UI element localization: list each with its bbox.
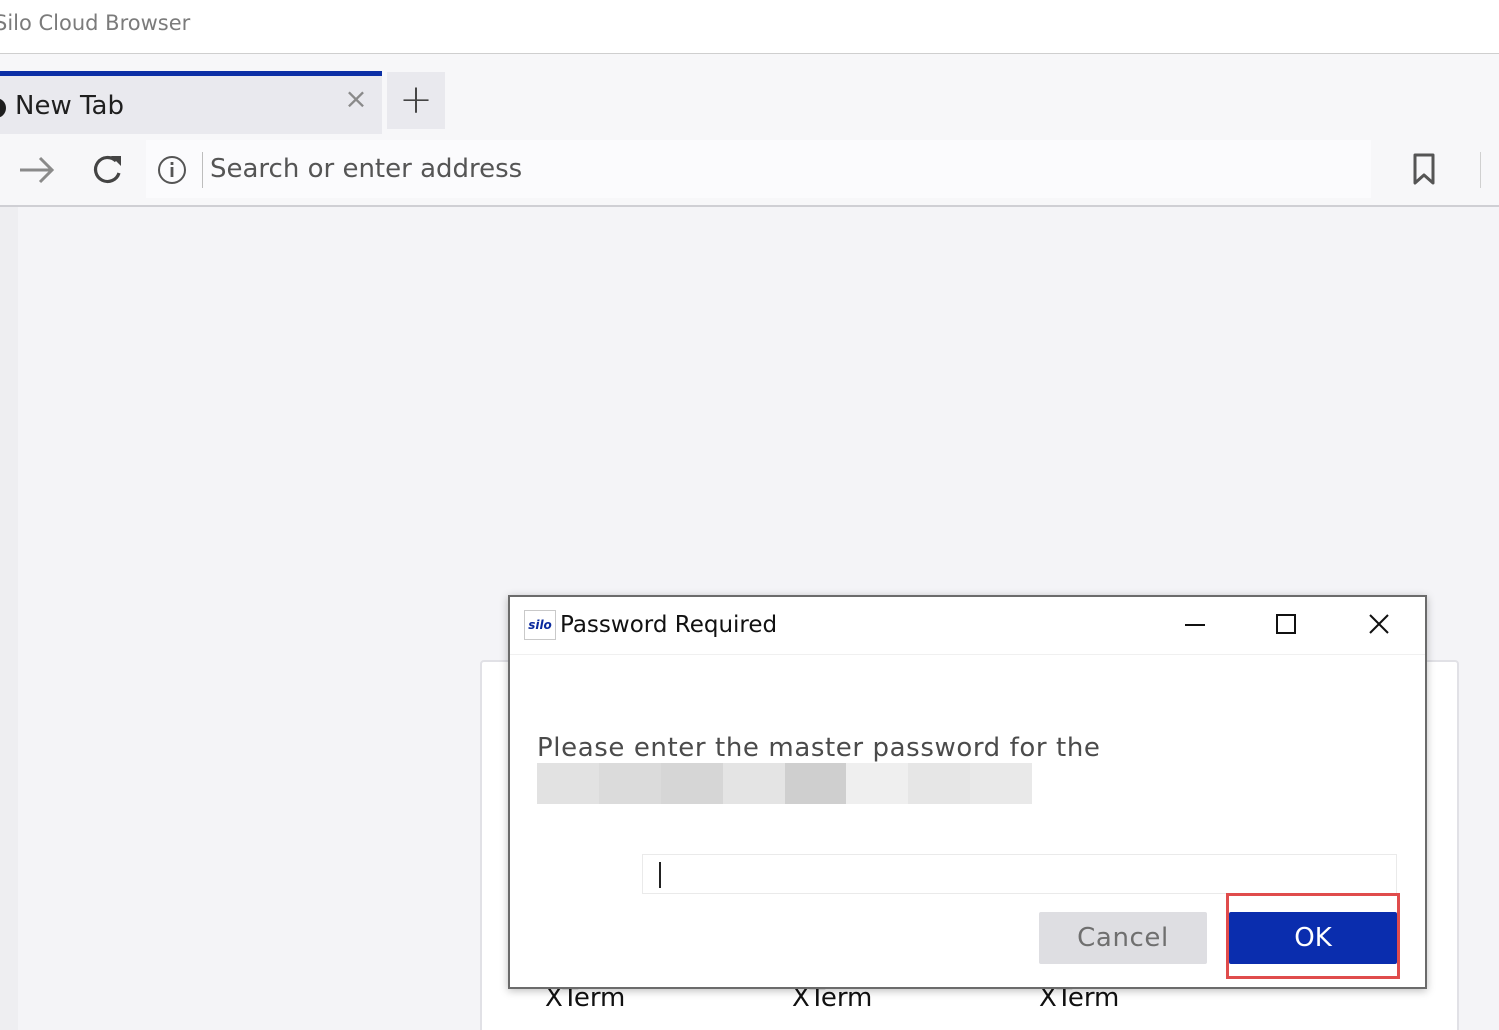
password-field[interactable] — [642, 854, 1397, 894]
tab-close-icon[interactable]: × — [341, 84, 371, 114]
address-input[interactable] — [210, 149, 1350, 189]
password-dialog: silo Password Required Please enter the … — [508, 595, 1427, 989]
text-caret — [659, 862, 661, 888]
minimize-icon[interactable] — [1172, 607, 1218, 643]
tab-strip: New Tab × + — [0, 54, 1499, 136]
dialog-title: Password Required — [560, 612, 778, 638]
cancel-button[interactable]: Cancel — [1039, 912, 1207, 964]
forward-arrow-icon[interactable] — [16, 149, 58, 191]
tab-favicon-icon — [0, 98, 6, 118]
bookmark-icon[interactable] — [1407, 152, 1441, 186]
tab-label: New Tab — [15, 91, 124, 121]
side-strip — [0, 207, 18, 1030]
app-titlebar: Silo Cloud Browser — [0, 0, 1499, 54]
address-bar — [146, 140, 1371, 198]
close-icon[interactable] — [1356, 607, 1402, 643]
dialog-message: Please enter the master password for the — [537, 733, 1101, 763]
toolbar-divider — [1480, 152, 1481, 188]
address-separator — [202, 152, 203, 188]
maximize-icon[interactable] — [1263, 607, 1309, 643]
tab-new-tab[interactable]: New Tab × — [0, 71, 382, 134]
window-title: Silo Cloud Browser — [0, 11, 191, 35]
info-icon[interactable] — [157, 155, 187, 185]
new-tab-button[interactable]: + — [387, 72, 445, 129]
ok-button-highlight — [1226, 893, 1400, 979]
redacted-device-name — [537, 763, 1032, 804]
nav-bar — [0, 136, 1499, 207]
silo-logo-icon: silo — [524, 610, 556, 640]
reload-icon[interactable] — [86, 149, 128, 191]
dialog-titlebar: silo Password Required — [510, 597, 1425, 655]
